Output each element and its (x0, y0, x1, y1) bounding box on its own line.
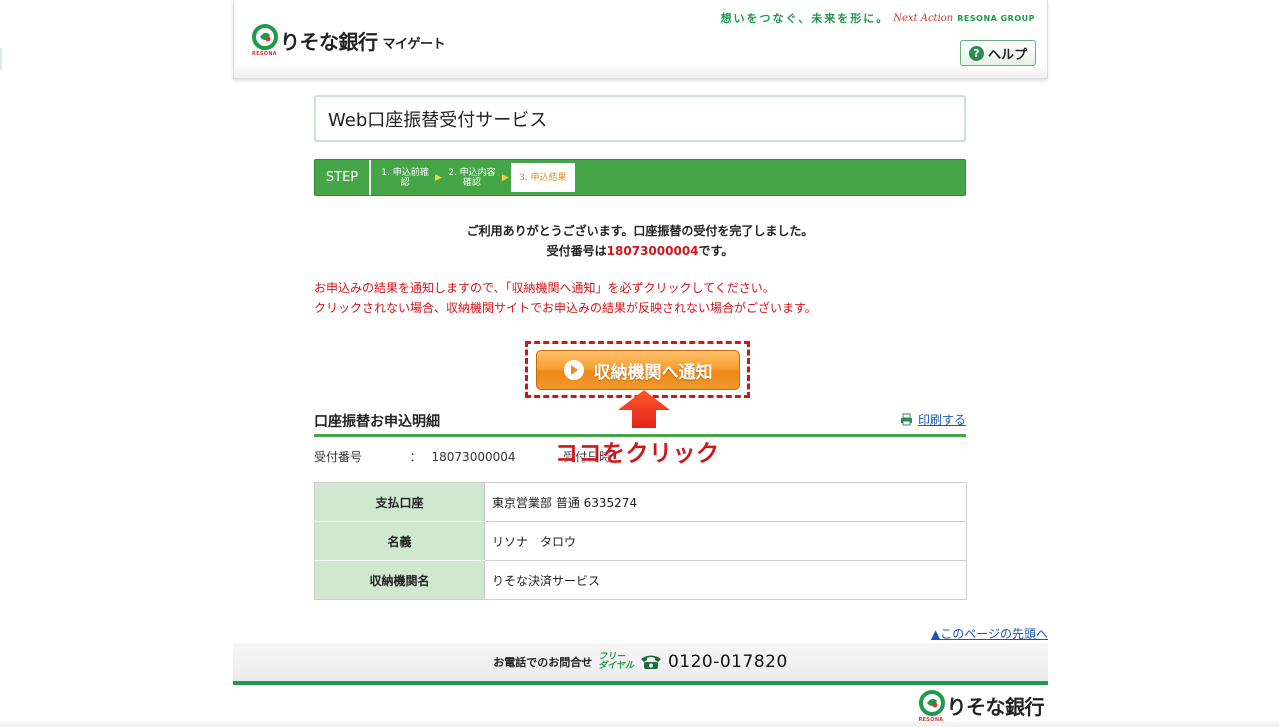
notify-button-label: 収納機関へ通知 (593, 362, 713, 383)
receipt-number: 18073000004 (606, 244, 699, 258)
notify-institution-button[interactable]: 収納機関へ通知 (536, 350, 740, 390)
resona-logo-icon: RESONA (252, 24, 278, 57)
help-label: ヘルプ (987, 47, 1027, 63)
help-icon: ? (968, 45, 984, 61)
bank-logo[interactable]: RESONA りそな銀行 マイゲート (252, 24, 446, 57)
phone-number: 0120-017820 (667, 652, 788, 672)
row-label-institution: 収納機関名 (314, 560, 485, 600)
print-label: 印刷する (917, 413, 966, 427)
completion-line: ご利用ありがとうございます。口座振替の受付を完了しました。 (466, 224, 814, 238)
site-header: RESONA りそな銀行 マイゲート 想いをつなぐ、未来を形に。 Next Ac… (233, 0, 1048, 79)
table-row: 収納機関名 りそな決済サービス (314, 560, 967, 600)
page-container: RESONA りそな銀行 マイゲート 想いをつなぐ、未来を形に。 Next Ac… (233, 0, 1048, 727)
receipt-no-label: 受付番号 (314, 450, 363, 464)
app-name: マイゲート (382, 37, 446, 52)
bottom-strip (0, 722, 1279, 727)
step-1: 1. 申込前確認 (381, 167, 429, 188)
table-row: 名義 リソナ タロウ (314, 521, 967, 561)
receipt-no-value: 18073000004 (431, 450, 516, 464)
footer-bank-name: りそな銀行 (946, 695, 1045, 719)
play-circle-icon (563, 360, 584, 380)
notice-line-1: お申込みの結果を通知しますので、「収納機関へ通知」を必ずクリックしてください。 (314, 281, 775, 295)
group-tagline: 想いをつなぐ、未来を形に。 Next Action RESONA GROUP (721, 10, 1035, 26)
row-value-institution: りそな決済サービス (484, 560, 967, 600)
footer-divider (233, 681, 1048, 685)
resona-group-text: RESONA GROUP (957, 13, 1035, 23)
table-row: 支払口座 東京営業部 普通 6335274 (314, 482, 967, 522)
footer-bank-logo: RESONA りそな銀行 (918, 690, 1045, 723)
row-label-name: 名義 (314, 521, 485, 561)
footer-contact: お電話でのお問合せ フリー ダイヤル 0120-017820 (233, 643, 1048, 681)
step-list: 1. 申込前確認 ▶ 2. 申込内容 確認 ▶ 3. 申込結果 (377, 160, 575, 195)
free-dial-label: フリー ダイヤル (598, 652, 634, 671)
page-top-link[interactable]: ▲このページの先頭へ (931, 625, 1048, 642)
step-arrow-icon: ▶ (501, 172, 509, 183)
row-label-account: 支払口座 (314, 482, 485, 522)
resona-logo-icon: RESONA (918, 690, 945, 723)
print-icon (900, 413, 912, 426)
row-value-name: リソナ タロウ (484, 521, 967, 561)
detail-table: 支払口座 東京営業部 普通 6335274 名義 リソナ タロウ 収納機関名 り… (314, 482, 967, 600)
notify-warning: お申込みの結果を通知しますので、「収納機関へ通知」を必ずクリックしてください。 … (314, 278, 966, 318)
notice-line-2: クリックされない場合、収納機関サイトでお申込みの結果が反映されない場合がございま… (314, 301, 817, 315)
left-edge-marker (0, 48, 2, 70)
receipt-number-line: 受付番号は18073000004です。 (546, 244, 734, 258)
bank-name: りそな銀行 (280, 30, 378, 54)
help-button[interactable]: ? ヘルプ (960, 40, 1036, 66)
step-label: STEP (315, 160, 371, 195)
step-2: 2. 申込内容 確認 (448, 167, 496, 188)
step-3-current: 3. 申込結果 (510, 163, 575, 192)
logo-subtext: RESONA (252, 51, 277, 57)
contact-label: お電話でのお問合せ (493, 656, 593, 669)
row-value-account: 東京営業部 普通 6335274 (484, 482, 967, 522)
next-action-logo: Next Action (893, 12, 954, 24)
red-up-arrow-icon (618, 390, 670, 428)
step-arrow-icon: ▶ (435, 172, 442, 183)
detail-title: 口座振替お申込明細 (314, 414, 440, 430)
completion-message: ご利用ありがとうございます。口座振替の受付を完了しました。 受付番号は18073… (314, 221, 966, 261)
receipt-separator: ： (409, 450, 422, 464)
phone-icon (640, 655, 661, 669)
step-progress-bar: STEP 1. 申込前確認 ▶ 2. 申込内容 確認 ▶ 3. 申込結果 (314, 159, 966, 196)
page-title: Web口座振替受付サービス (314, 95, 966, 142)
click-here-annotation: ココをクリック (555, 441, 720, 467)
tagline-text: 想いをつなぐ、未来を形に。 (720, 12, 890, 25)
print-link[interactable]: 印刷する (900, 411, 966, 428)
